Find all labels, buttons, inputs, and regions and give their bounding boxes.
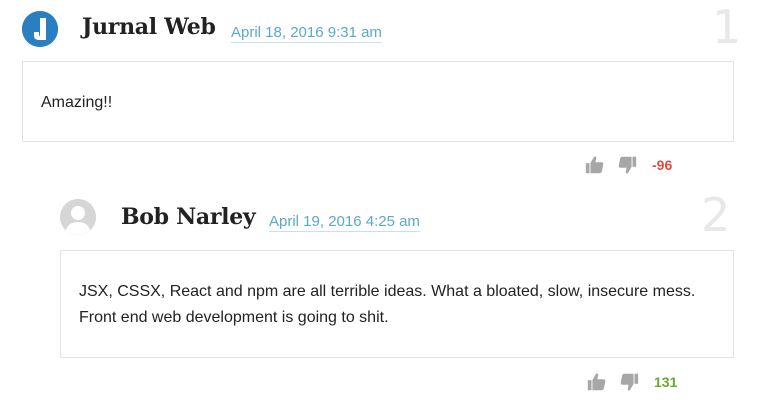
comment-number: 1 <box>712 0 742 54</box>
thumbs-down-icon[interactable] <box>618 371 640 393</box>
j-logo-icon <box>22 11 58 47</box>
comments-thread: Jurnal Web April 18, 2016 9:31 am 1 Amaz… <box>0 0 761 405</box>
comment-1: Jurnal Web April 18, 2016 9:31 am 1 Amaz… <box>0 0 761 185</box>
avatar[interactable] <box>22 11 58 47</box>
comment-date-link[interactable]: April 19, 2016 4:25 am <box>269 213 420 232</box>
default-user-icon <box>60 199 96 235</box>
author-name[interactable]: Jurnal Web <box>82 14 216 40</box>
author-name[interactable]: Bob Narley <box>121 204 256 230</box>
vote-score: -96 <box>652 157 673 173</box>
thumbs-up-icon[interactable] <box>584 154 606 176</box>
vote-controls: 131 <box>586 371 677 393</box>
comment-body: Amazing!! <box>22 61 734 142</box>
comment-date-link[interactable]: April 18, 2016 9:31 am <box>231 24 382 43</box>
thumbs-down-icon[interactable] <box>616 154 638 176</box>
vote-controls: -96 <box>584 154 672 176</box>
avatar[interactable] <box>60 199 96 235</box>
comment-body: JSX, CSSX, React and npm are all terribl… <box>60 250 734 358</box>
comment-text: Amazing!! <box>41 94 113 111</box>
comment-text: JSX, CSSX, React and npm are all terribl… <box>79 283 696 326</box>
thumbs-up-icon[interactable] <box>586 371 608 393</box>
comment-number: 2 <box>701 188 731 242</box>
comment-2: Bob Narley April 19, 2016 4:25 am 2 JSX,… <box>0 185 761 405</box>
vote-score: 131 <box>654 374 678 390</box>
